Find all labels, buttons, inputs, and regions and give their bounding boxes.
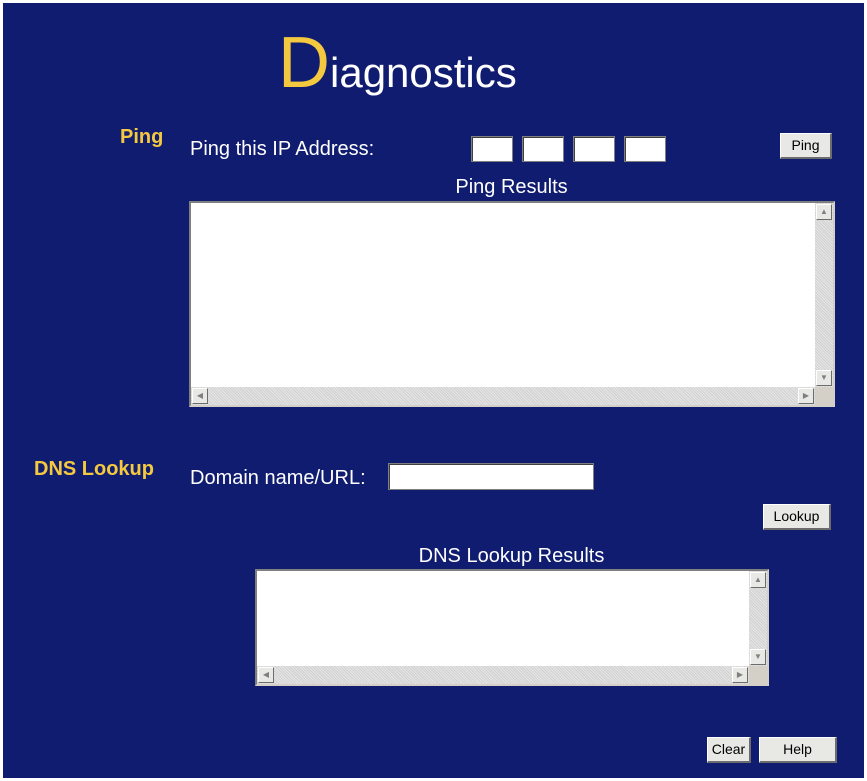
scroll-right-arrow-icon[interactable]: ▶ xyxy=(732,667,748,683)
dns-section-label: DNS Lookup xyxy=(34,458,154,480)
ip-octet-3-input[interactable] xyxy=(573,136,615,162)
dns-results-horizontal-scrollbar[interactable]: ◀ ▶ xyxy=(257,666,749,684)
ping-section-label: Ping xyxy=(120,126,164,148)
page-title-rest: iagnostics xyxy=(330,49,517,96)
diagnostics-panel: Diagnostics Ping Ping this IP Address: P… xyxy=(3,3,864,778)
scroll-up-arrow-icon[interactable]: ▲ xyxy=(816,204,832,220)
scroll-down-arrow-icon[interactable]: ▼ xyxy=(816,370,832,386)
ping-results-horizontal-scrollbar[interactable]: ◀ ▶ xyxy=(191,387,815,405)
ip-octet-2-input[interactable] xyxy=(522,136,564,162)
ip-octet-1-input[interactable] xyxy=(471,136,513,162)
lookup-button[interactable]: Lookup xyxy=(763,504,831,530)
ping-results-vertical-scrollbar[interactable]: ▲ ▼ xyxy=(815,203,833,387)
scroll-up-arrow-icon[interactable]: ▲ xyxy=(750,572,766,588)
scroll-right-arrow-icon[interactable]: ▶ xyxy=(798,388,814,404)
ping-button[interactable]: Ping xyxy=(780,133,832,159)
domain-name-label: Domain name/URL: xyxy=(190,467,366,489)
scroll-down-arrow-icon[interactable]: ▼ xyxy=(750,649,766,665)
ping-results-textarea[interactable]: ▲ ▼ ◀ ▶ xyxy=(189,201,835,407)
dns-results-vertical-scrollbar[interactable]: ▲ ▼ xyxy=(749,571,767,666)
scroll-left-arrow-icon[interactable]: ◀ xyxy=(258,667,274,683)
ping-ip-label: Ping this IP Address: xyxy=(190,138,375,160)
page-title-initial: D xyxy=(278,23,330,103)
dns-results-label: DNS Lookup Results xyxy=(418,545,605,567)
dns-results-textarea[interactable]: ▲ ▼ ◀ ▶ xyxy=(255,569,769,686)
ping-results-label: Ping Results xyxy=(455,176,568,198)
scrollbar-corner xyxy=(815,387,833,405)
domain-name-input[interactable] xyxy=(388,463,594,490)
clear-button[interactable]: Clear xyxy=(707,737,751,763)
ip-octet-4-input[interactable] xyxy=(624,136,666,162)
scroll-left-arrow-icon[interactable]: ◀ xyxy=(192,388,208,404)
help-button[interactable]: Help xyxy=(759,737,837,763)
page-title: Diagnostics xyxy=(278,23,517,103)
scrollbar-corner xyxy=(749,666,767,684)
